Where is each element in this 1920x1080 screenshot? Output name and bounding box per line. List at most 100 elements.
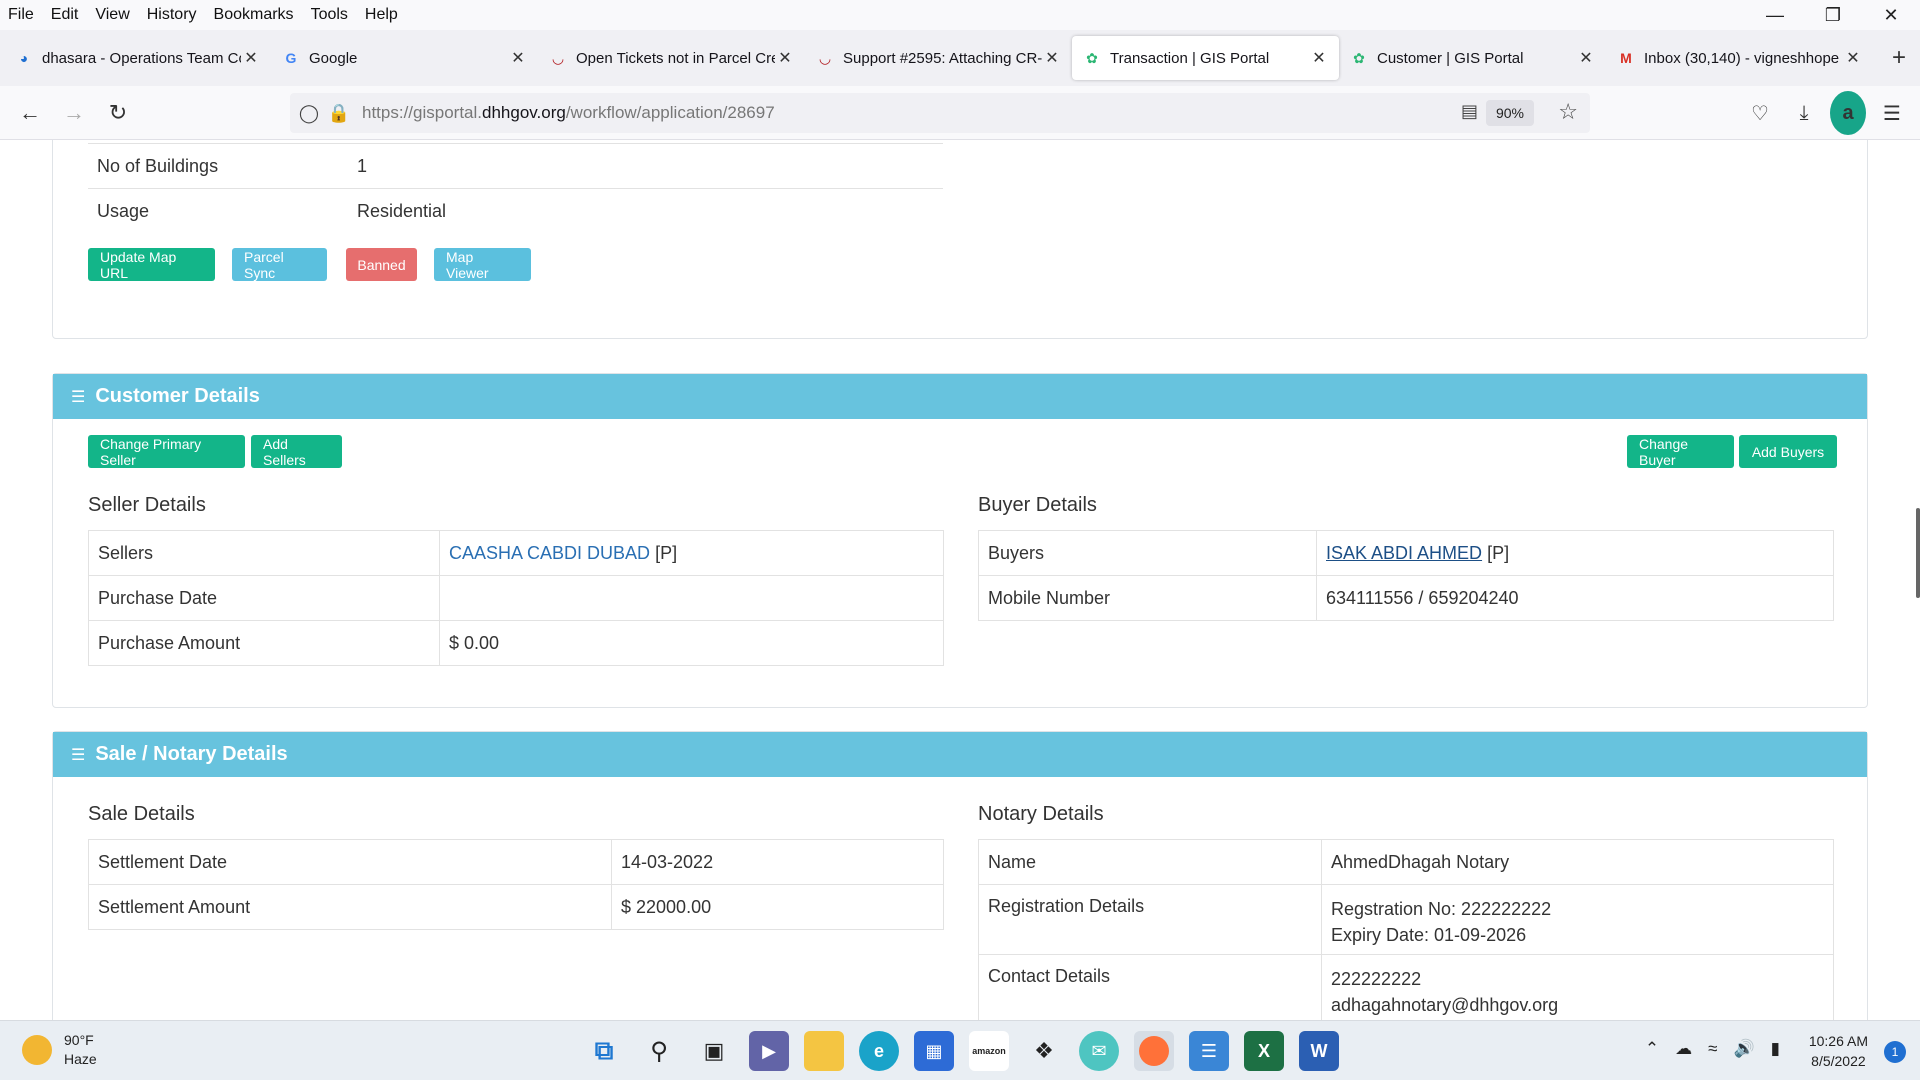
shield-icon[interactable]: ◯ <box>294 103 324 124</box>
tab-jira[interactable]: ◕ dhasara - Operations Team Co ✕ <box>4 36 271 80</box>
word-icon[interactable]: W <box>1299 1031 1339 1071</box>
firefox-icon[interactable] <box>1134 1031 1174 1071</box>
menu-history[interactable]: History <box>139 6 206 24</box>
update-map-url-button[interactable]: Update Map URL <box>88 248 215 281</box>
date: 8/5/2022 <box>1811 1053 1866 1069</box>
chevron-up-icon[interactable]: ⌃ <box>1645 1039 1659 1059</box>
account-icon[interactable]: a <box>1830 91 1866 135</box>
reload-icon[interactable]: ↻ <box>96 91 140 135</box>
zoom-level[interactable]: 90% <box>1485 100 1534 126</box>
table-row: Buyers ISAK ABDI AHMED [P] <box>978 530 1834 576</box>
teams-chat-icon[interactable]: ▶ <box>749 1031 789 1071</box>
search-icon[interactable]: ⚲ <box>639 1031 679 1071</box>
row-value: $ 22000.00 <box>611 884 944 930</box>
hamburger-menu-icon[interactable]: ☰ <box>1874 91 1910 135</box>
change-buyer-button[interactable]: Change Buyer <box>1627 435 1734 468</box>
buyer-name-link[interactable]: ISAK ABDI AHMED <box>1326 543 1482 563</box>
row-label: Purchase Amount <box>88 620 440 666</box>
close-tab-icon[interactable]: ✕ <box>1042 48 1062 68</box>
excel-icon[interactable]: X <box>1244 1031 1284 1071</box>
windows-start-icon[interactable]: ⧉ <box>584 1031 624 1071</box>
tab-google[interactable]: G Google ✕ <box>271 36 538 80</box>
file-explorer-icon[interactable] <box>804 1031 844 1071</box>
tab-customer[interactable]: ✿ Customer | GIS Portal ✕ <box>1339 36 1606 80</box>
table-row: Settlement Amount $ 22000.00 <box>88 884 944 930</box>
close-tab-icon[interactable]: ✕ <box>508 48 528 68</box>
scrollbar-thumb[interactable] <box>1916 508 1920 598</box>
menu-bookmarks[interactable]: Bookmarks <box>206 6 303 24</box>
dropbox-icon[interactable]: ❖ <box>1024 1031 1064 1071</box>
close-tab-icon[interactable]: ✕ <box>1309 48 1329 68</box>
lock-icon[interactable]: 🔒 <box>324 103 354 124</box>
tab-gmail[interactable]: M Inbox (30,140) - vigneshhope ✕ <box>1606 36 1873 80</box>
row-value: Regstration No: 222222222 Expiry Date: 0… <box>1321 884 1834 955</box>
parcel-sync-button[interactable]: Parcel Sync <box>232 248 327 281</box>
table-row: Contact Details 222222222 adhagahnotary@… <box>978 954 1834 1020</box>
new-tab-icon[interactable]: + <box>1879 44 1919 72</box>
table-row: Purchase Amount $ 0.00 <box>88 620 944 666</box>
url-bar[interactable]: ◯ 🔒 https://gisportal.dhhgov.org/workflo… <box>290 93 1590 133</box>
volume-icon[interactable]: 🔊 <box>1733 1039 1754 1059</box>
weather-condition: Haze <box>64 1051 97 1067</box>
expiry-date: Expiry Date: 01-09-2026 <box>1331 925 1527 945</box>
tab-transaction[interactable]: ✿ Transaction | GIS Portal ✕ <box>1072 36 1339 80</box>
url-text[interactable]: https://gisportal.dhhgov.org/workflow/ap… <box>362 103 775 123</box>
row-label: Registration Details <box>978 884 1322 955</box>
navigation-bar: ← → ↻ ◯ 🔒 https://gisportal.dhhgov.org/w… <box>0 86 1920 140</box>
add-buyers-button[interactable]: Add Buyers <box>1739 435 1837 468</box>
seller-name-link[interactable]: CAASHA CABDI DUBAD <box>449 543 650 563</box>
clock[interactable]: 10:26 AM 8/5/2022 <box>1809 1031 1868 1071</box>
banned-button[interactable]: Banned <box>346 248 417 281</box>
restore-icon[interactable]: ❐ <box>1804 0 1862 30</box>
table-row: Mobile Number 634111556 / 659204240 <box>978 575 1834 621</box>
tab-title: Google <box>309 49 358 67</box>
close-tab-icon[interactable]: ✕ <box>1843 48 1863 68</box>
google-icon: G <box>285 50 297 66</box>
row-value: 634111556 / 659204240 <box>1316 575 1834 621</box>
menu-view[interactable]: View <box>87 6 138 24</box>
table-row: Sellers CAASHA CABDI DUBAD [P] <box>88 530 944 576</box>
menu-tools[interactable]: Tools <box>303 6 357 24</box>
row-label: Settlement Amount <box>88 884 612 930</box>
map-viewer-button[interactable]: Map Viewer <box>434 248 531 281</box>
pocket-icon[interactable]: ♡ <box>1742 91 1778 135</box>
reader-view-icon[interactable]: ▤ <box>1461 101 1478 122</box>
battery-icon[interactable]: ▮ <box>1771 1039 1780 1059</box>
back-icon[interactable]: ← <box>8 91 52 135</box>
change-primary-seller-button[interactable]: Change Primary Seller <box>88 435 245 468</box>
close-tab-icon[interactable]: ✕ <box>241 48 261 68</box>
close-tab-icon[interactable]: ✕ <box>775 48 795 68</box>
download-icon[interactable]: ⤓ <box>1786 91 1822 135</box>
add-sellers-button[interactable]: Add Sellers <box>251 435 342 468</box>
tab-strip: ◕ dhasara - Operations Team Co ✕ G Googl… <box>0 30 1920 86</box>
menu-file[interactable]: File <box>0 6 43 24</box>
amazon-icon[interactable]: amazon <box>969 1031 1009 1071</box>
menu-edit[interactable]: Edit <box>43 6 88 24</box>
wifi-icon[interactable]: ≈ <box>1708 1039 1717 1059</box>
notification-badge[interactable]: 1 <box>1884 1041 1906 1063</box>
bookmark-star-icon[interactable]: ☆ <box>1558 99 1578 125</box>
minimize-icon[interactable]: — <box>1746 0 1804 30</box>
section-title: Customer Details <box>95 385 260 407</box>
row-value: 14-03-2022 <box>611 839 944 885</box>
tab-support[interactable]: ◡ Support #2595: Attaching CR- ✕ <box>805 36 1072 80</box>
row-value: $ 0.00 <box>439 620 944 666</box>
row-label: Buyers <box>978 530 1317 576</box>
onedrive-cloud-icon[interactable]: ☁ <box>1675 1039 1692 1059</box>
notary-details-title: Notary Details <box>978 803 1104 825</box>
row-label: Sellers <box>88 530 440 576</box>
close-window-icon[interactable]: ✕ <box>1862 0 1920 30</box>
forward-icon[interactable]: → <box>52 91 96 135</box>
row-value: 1 <box>348 143 943 189</box>
edge-icon[interactable]: e <box>859 1031 899 1071</box>
table-row: Registration Details Regstration No: 222… <box>978 884 1834 955</box>
weather-widget[interactable]: 90°F Haze <box>22 1031 97 1069</box>
menu-help[interactable]: Help <box>357 6 407 24</box>
notepad-icon[interactable]: ☰ <box>1189 1031 1229 1071</box>
tab-title: Open Tickets not in Parcel Cre <box>576 49 775 67</box>
store-icon[interactable]: ▦ <box>914 1031 954 1071</box>
task-view-icon[interactable]: ▣ <box>694 1031 734 1071</box>
tab-open-tickets[interactable]: ◡ Open Tickets not in Parcel Cre ✕ <box>538 36 805 80</box>
messenger-icon[interactable]: ✉ <box>1079 1031 1119 1071</box>
close-tab-icon[interactable]: ✕ <box>1576 48 1596 68</box>
